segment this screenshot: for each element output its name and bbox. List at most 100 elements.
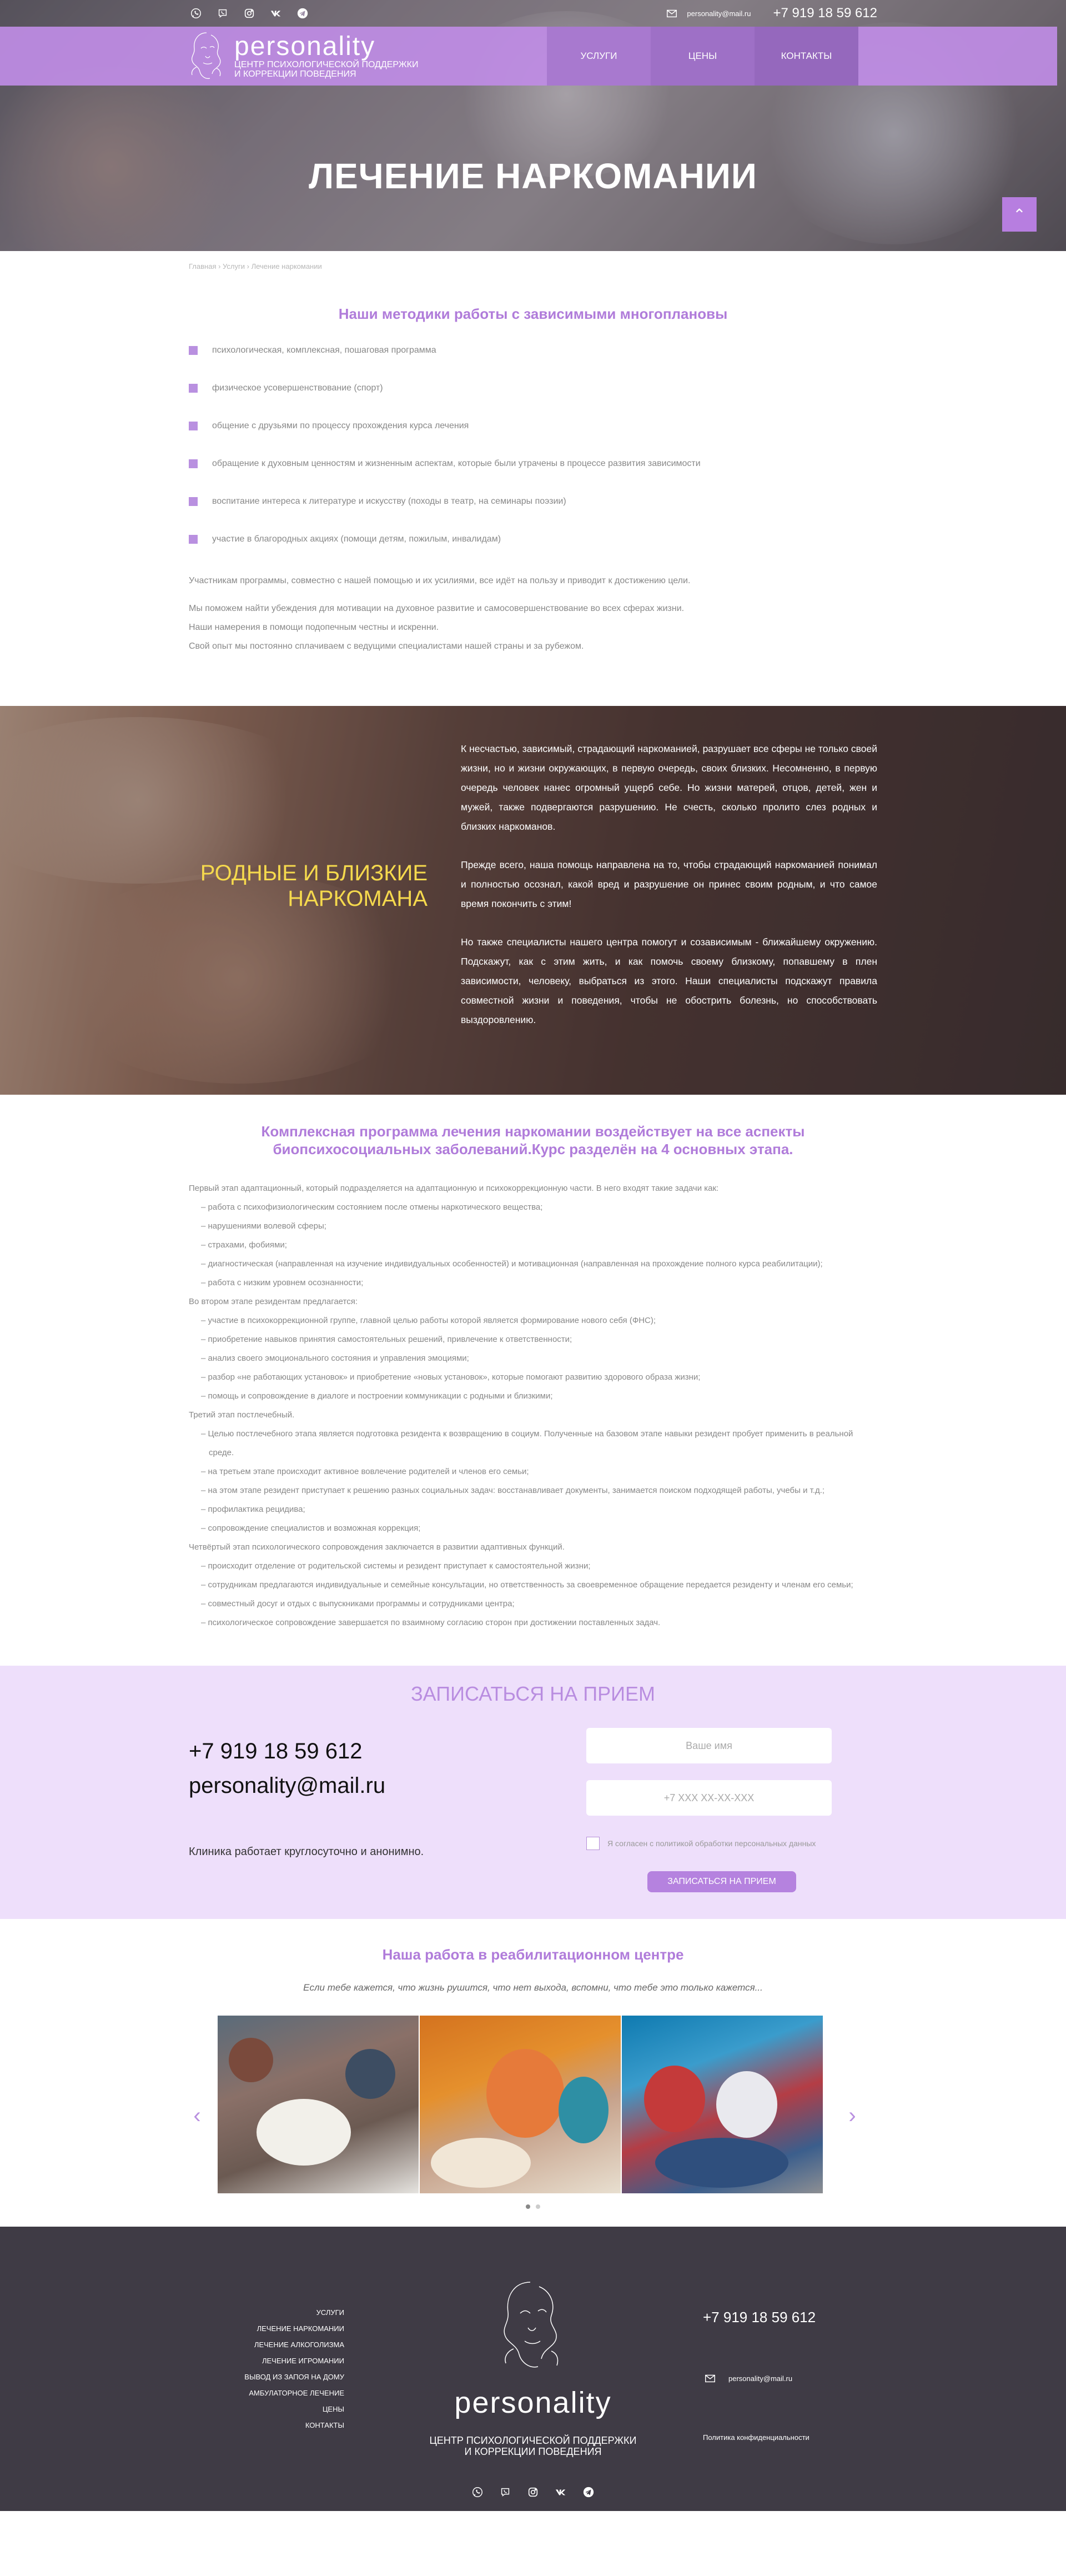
name-input[interactable]: Ваше имя xyxy=(586,1728,832,1763)
program-sub-item: диагностическая (направленная на изучени… xyxy=(189,1255,877,1274)
program-sub-item: нарушениями волевой сферы; xyxy=(189,1217,877,1236)
program-stage: Третий этап постлечебный. xyxy=(189,1410,295,1420)
nav-services[interactable]: УСЛУГИ xyxy=(547,27,651,86)
program-title-line: Комплексная программа лечения наркомании… xyxy=(261,1123,805,1140)
gallery-section: Наша работа в реабилитационном центре Ес… xyxy=(0,1919,1066,2227)
list-item: воспитание интереса к литературе и искус… xyxy=(189,496,877,534)
list-item: физическое усовершенствование (спорт) xyxy=(189,383,877,420)
program-sub-item: Целью постлечебного этапа является подго… xyxy=(189,1425,877,1462)
program-title: Комплексная программа лечения наркомании… xyxy=(189,1122,877,1158)
privacy-policy-link[interactable]: Политика конфиденциальности xyxy=(703,2433,809,2442)
program-stage: Во втором этапе резидентам предлагается: xyxy=(189,1297,358,1306)
methods-paragraph: Свой опыт мы постоянно сплачиваем с веду… xyxy=(189,642,584,651)
hero-section: personality@mail.ru +7 919 18 59 612 per… xyxy=(0,0,1066,251)
prev-arrow-icon[interactable]: ‹ xyxy=(189,2104,205,2127)
program-sub-item: разбор «не работающих установок» и приоб… xyxy=(189,1368,877,1387)
footer-logo-block: personality ЦЕНТР ПСИХОЛОГИЧЕСКОЙ ПОДДЕР… xyxy=(422,2277,644,2499)
program-sub-item: анализ своего эмоционального состояния и… xyxy=(189,1349,877,1368)
vk-icon[interactable] xyxy=(269,6,283,21)
nav-contacts[interactable]: КОНТАКТЫ xyxy=(755,27,858,86)
telegram-icon[interactable] xyxy=(581,2485,596,2499)
footer-link[interactable]: УСЛУГИ xyxy=(316,2308,344,2317)
breadcrumb[interactable]: Главная › Услуги › Лечение наркомании xyxy=(189,251,877,270)
gallery-photo[interactable] xyxy=(218,2016,419,2193)
whatsapp-icon[interactable] xyxy=(470,2485,485,2499)
program-sub-item: психологическое сопровождение завершаетс… xyxy=(189,1613,877,1632)
viber-icon[interactable] xyxy=(215,6,230,21)
methods-paragraph: Наши намерения в помощи подопечным честн… xyxy=(189,623,439,632)
site-logo[interactable]: personality ЦЕНТР ПСИХОЛОГИЧЕСКОЙ ПОДДЕР… xyxy=(184,28,418,84)
next-arrow-icon[interactable]: › xyxy=(844,2104,861,2127)
program-sub-item: работа с низким уровнем осознанности; xyxy=(189,1274,877,1292)
program-section: Комплексная программа лечения наркомании… xyxy=(0,1095,1066,1666)
logo-name: personality xyxy=(234,32,376,61)
arrow-up-icon: ⌃ xyxy=(1013,206,1026,223)
program-sub-item: профилактика рецидива; xyxy=(189,1500,877,1519)
footer-link[interactable]: ЛЕЧЕНИЕ ИГРОМАНИИ xyxy=(262,2357,344,2365)
phone-input[interactable]: +7 XXX XX-XX-XXX xyxy=(586,1780,832,1816)
telegram-icon[interactable] xyxy=(295,6,310,21)
top-phone[interactable]: +7 919 18 59 612 xyxy=(773,6,877,21)
program-sub-item: совместный досуг и отдых с выпускниками … xyxy=(189,1595,877,1613)
gallery-slider: ‹ › xyxy=(189,2016,877,2209)
footer-subtitle-1: ЦЕНТР ПСИХОЛОГИЧЕСКОЙ ПОДДЕРЖКИ xyxy=(429,2435,637,2446)
methods-section: Главная › Услуги › Лечение наркомании На… xyxy=(0,251,1066,706)
consent-checkbox-row[interactable]: Я согласен с политикой обработки персона… xyxy=(586,1837,816,1850)
top-contacts: personality@mail.ru +7 919 18 59 612 xyxy=(665,6,877,21)
relatives-section: РОДНЫЕ И БЛИЗКИЕ НАРКОМАНА К несчастью, … xyxy=(0,706,1066,1095)
logo-faces-icon xyxy=(504,2282,559,2368)
program-sub-item: на этом этапе резидент приступает к реше… xyxy=(189,1481,877,1500)
footer-email-link[interactable]: personality@mail.ru xyxy=(703,2371,792,2385)
footer-subtitle-2: И КОРРЕКЦИИ ПОВЕДЕНИЯ xyxy=(464,2446,602,2457)
mail-icon xyxy=(665,6,679,21)
relatives-paragraph: Прежде всего, наша помощь направлена на … xyxy=(461,859,877,909)
scroll-top-button[interactable]: ⌃ xyxy=(1002,197,1037,232)
nav-prices[interactable]: ЦЕНЫ xyxy=(651,27,755,86)
program-sub-item: страхами, фобиями; xyxy=(189,1236,877,1255)
footer-menu: УСЛУГИ ЛЕЧЕНИЕ НАРКОМАНИИ ЛЕЧЕНИЕ АЛКОГО… xyxy=(189,2304,344,2433)
footer-link[interactable]: ЦЕНЫ xyxy=(323,2405,344,2413)
footer-link[interactable]: ЛЕЧЕНИЕ НАРКОМАНИИ xyxy=(257,2324,344,2333)
whatsapp-icon[interactable] xyxy=(189,6,203,21)
footer-phone[interactable]: +7 919 18 59 612 xyxy=(703,2309,816,2326)
main-menu: УСЛУГИ ЦЕНЫ КОНТАКТЫ xyxy=(547,27,858,86)
gallery-subtitle: Если тебе кажется, что жизнь рушится, чт… xyxy=(303,1982,763,1993)
slider-dot[interactable] xyxy=(526,2204,530,2209)
program-sub-item: работа с психофизиологическим состоянием… xyxy=(189,1198,877,1217)
top-email-link[interactable]: personality@mail.ru xyxy=(665,6,751,21)
instagram-icon[interactable] xyxy=(242,6,257,21)
footer-link[interactable]: ЛЕЧЕНИЕ АЛКОГОЛИЗМА xyxy=(254,2341,344,2349)
top-bar: personality@mail.ru +7 919 18 59 612 xyxy=(0,0,1066,27)
mail-icon xyxy=(703,2371,717,2385)
methods-paragraph: Участникам программы, совместно с нашей … xyxy=(189,576,691,585)
appointment-email[interactable]: personality@mail.ru xyxy=(189,1773,385,1798)
slider-dot[interactable] xyxy=(536,2204,540,2209)
footer-link[interactable]: ВЫВОД ИЗ ЗАПОЯ НА ДОМУ xyxy=(244,2373,344,2381)
relatives-paragraph: Но также специалисты нашего центра помог… xyxy=(461,936,877,1025)
program-sub-item: участие в психокоррекционной группе, гла… xyxy=(189,1311,877,1330)
appointment-note: Клиника работает круглосуточно и анонимн… xyxy=(189,1846,424,1858)
relatives-title: РОДНЫЕ И БЛИЗКИЕ НАРКОМАНА xyxy=(200,861,428,911)
list-item: общение с друзьями по процессу прохожден… xyxy=(189,420,877,458)
submit-button[interactable]: ЗАПИСАТЬСЯ НА ПРИЕМ xyxy=(647,1871,796,1892)
program-sub-item: помощь и сопровождение в диалоге и постр… xyxy=(189,1387,877,1406)
vk-icon[interactable] xyxy=(554,2485,568,2499)
gallery-photo[interactable] xyxy=(420,2016,621,2193)
logo-subtitle-2: И КОРРЕКЦИИ ПОВЕДЕНИЯ xyxy=(234,69,356,79)
footer-link[interactable]: КОНТАКТЫ xyxy=(305,2421,344,2429)
list-item: участие в благородных акциях (помощи дет… xyxy=(189,534,877,572)
consent-checkbox[interactable] xyxy=(586,1837,600,1850)
instagram-icon[interactable] xyxy=(526,2485,540,2499)
program-sub-item: происходит отделение от родительской сис… xyxy=(189,1557,877,1576)
footer-social-links xyxy=(422,2485,644,2499)
program-stage: Четвёртый этап психологического сопровож… xyxy=(189,1542,565,1552)
footer-link[interactable]: АМБУЛАТОРНОЕ ЛЕЧЕНИЕ xyxy=(249,2389,344,2397)
appointment-section: ЗАПИСАТЬСЯ НА ПРИЕМ +7 919 18 59 612 per… xyxy=(0,1666,1066,1919)
gallery-photo[interactable] xyxy=(622,2016,823,2193)
viber-icon[interactable] xyxy=(498,2485,512,2499)
appointment-phone[interactable]: +7 919 18 59 612 xyxy=(189,1739,363,1764)
gallery-title: Наша работа в реабилитационном центре xyxy=(382,1946,684,1963)
main-navbar: personality ЦЕНТР ПСИХОЛОГИЧЕСКОЙ ПОДДЕР… xyxy=(0,27,1057,86)
program-list: Первый этап адаптационный, который подра… xyxy=(189,1179,877,1632)
social-links xyxy=(189,6,310,21)
